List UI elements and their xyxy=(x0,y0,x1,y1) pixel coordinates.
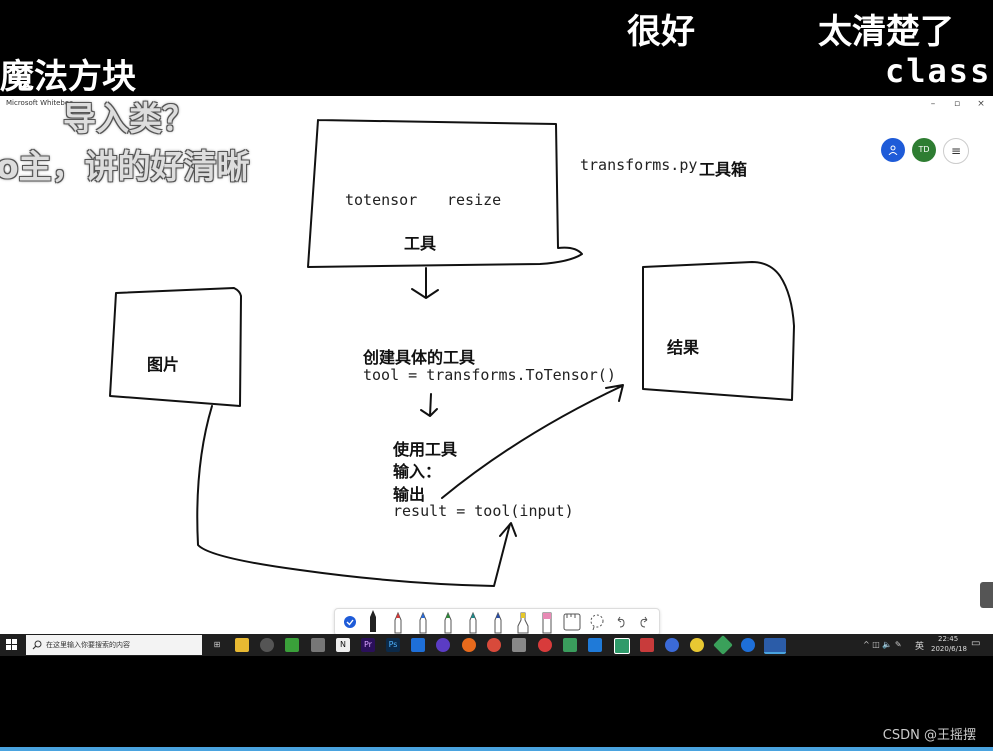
app-icon-3[interactable] xyxy=(713,635,733,655)
clock-date[interactable]: 2020/6/18 xyxy=(931,645,967,653)
flow-curve xyxy=(196,405,517,587)
wechat-icon[interactable] xyxy=(285,638,299,652)
highlighter-yellow-icon[interactable] xyxy=(516,612,530,634)
create-tool-title: 创建具体的工具 xyxy=(363,348,476,367)
participant-avatar-1[interactable] xyxy=(881,138,905,162)
highlighter-pink-icon[interactable] xyxy=(540,612,554,634)
notification-icon[interactable]: ▭ xyxy=(971,638,980,649)
danmaku-class: class xyxy=(885,52,992,90)
menu-button[interactable]: ≡ xyxy=(943,138,969,164)
green-app-icon[interactable] xyxy=(563,638,577,652)
pen-teal-icon[interactable] xyxy=(467,612,479,634)
person-icon xyxy=(888,145,898,156)
csdn-watermark: CSDN @王摇摆 xyxy=(882,728,976,743)
image-box-title: 图片 xyxy=(147,355,180,374)
notes-app-icon[interactable] xyxy=(311,638,325,652)
whiteboard-app-icon[interactable] xyxy=(614,638,630,654)
bottom-accent-line xyxy=(0,747,993,751)
active-app-icon[interactable] xyxy=(764,638,786,654)
chrome-icon[interactable] xyxy=(260,638,274,652)
select-icon[interactable] xyxy=(343,615,357,629)
app-icon-1[interactable] xyxy=(665,638,679,652)
image-box-outline xyxy=(109,287,242,407)
input-label: 输入： xyxy=(393,462,442,481)
notion-icon[interactable]: N xyxy=(336,638,350,652)
app-purple-icon[interactable] xyxy=(436,638,450,652)
lasso-icon[interactable] xyxy=(588,613,606,631)
ruler-icon[interactable] xyxy=(563,613,581,631)
ime-indicator[interactable]: 英 xyxy=(915,639,924,652)
pen-blue-icon[interactable] xyxy=(417,612,429,634)
pen-green-icon[interactable] xyxy=(442,612,454,634)
tencent-app-icon[interactable] xyxy=(640,638,654,652)
danmaku-top-left: 魔法方块 xyxy=(0,57,136,97)
pen-black-icon[interactable] xyxy=(367,609,379,633)
app-icon-2[interactable] xyxy=(690,638,704,652)
search-icon xyxy=(32,640,42,650)
pen-navy-icon[interactable] xyxy=(492,612,504,634)
danmaku-overlay-1: 导入类？ xyxy=(63,99,195,138)
arrow-down-1 xyxy=(411,267,439,299)
system-tray: ^ ◫ 🔈 ✎ 英 22:45 2020/6/18 ▭ xyxy=(863,634,993,656)
scroll-handle[interactable] xyxy=(980,582,993,608)
toolbox-label: 工具箱 xyxy=(699,160,748,179)
tool-box-title: 工具 xyxy=(404,234,437,253)
use-tool-code: result = tool(input) xyxy=(393,502,574,520)
redo-icon[interactable] xyxy=(638,615,650,629)
tool-example-totensor: totensor xyxy=(345,191,418,209)
use-tool-title: 使用工具 xyxy=(393,440,458,459)
arrow-to-result xyxy=(441,384,624,499)
pen-toolbar xyxy=(334,608,660,634)
vscode-icon[interactable] xyxy=(588,638,602,652)
pen-red-icon[interactable] xyxy=(392,612,404,634)
transforms-label: transforms.py xyxy=(580,156,698,174)
windows-start-icon[interactable] xyxy=(6,639,18,651)
tray-icons[interactable]: ^ ◫ 🔈 ✎ xyxy=(863,640,902,649)
hamburger-icon: ≡ xyxy=(950,144,962,158)
danmaku-top-mid: 很好 xyxy=(627,12,695,52)
chrome-app-icon[interactable] xyxy=(487,638,501,652)
danmaku-top-right: 太清楚了 xyxy=(818,12,954,52)
taskbar-search-input[interactable]: 在这里输入你要搜索的内容 xyxy=(26,635,202,655)
search-placeholder: 在这里输入你要搜索的内容 xyxy=(46,641,130,649)
red-app-icon[interactable] xyxy=(538,638,552,652)
teamviewer-icon[interactable] xyxy=(741,638,755,652)
create-tool-code: tool = transforms.ToTensor() xyxy=(363,366,616,384)
clock-time[interactable]: 22:45 xyxy=(938,635,958,643)
arrow-down-2 xyxy=(420,393,438,417)
firefox-icon[interactable] xyxy=(462,638,476,652)
task-view-icon[interactable]: ⊞ xyxy=(210,638,224,652)
tool-example-resize: resize xyxy=(447,191,502,209)
photoshop-icon[interactable]: Ps xyxy=(386,638,400,652)
window-app-icon[interactable] xyxy=(512,638,526,652)
file-explorer-icon[interactable] xyxy=(235,638,249,652)
result-box-outline xyxy=(642,261,795,401)
app-blue-icon[interactable] xyxy=(411,638,425,652)
danmaku-overlay-2: o主，讲的好清晰 xyxy=(0,147,250,186)
result-box-title: 结果 xyxy=(667,338,700,357)
taskbar: 在这里输入你要搜索的内容 ⊞ N Pr Ps ^ ◫ 🔈 ✎ 英 22:45 2… xyxy=(0,634,993,656)
participant-avatar-2[interactable]: TD xyxy=(912,138,936,162)
undo-icon[interactable] xyxy=(615,615,627,629)
premiere-icon[interactable]: Pr xyxy=(361,638,375,652)
